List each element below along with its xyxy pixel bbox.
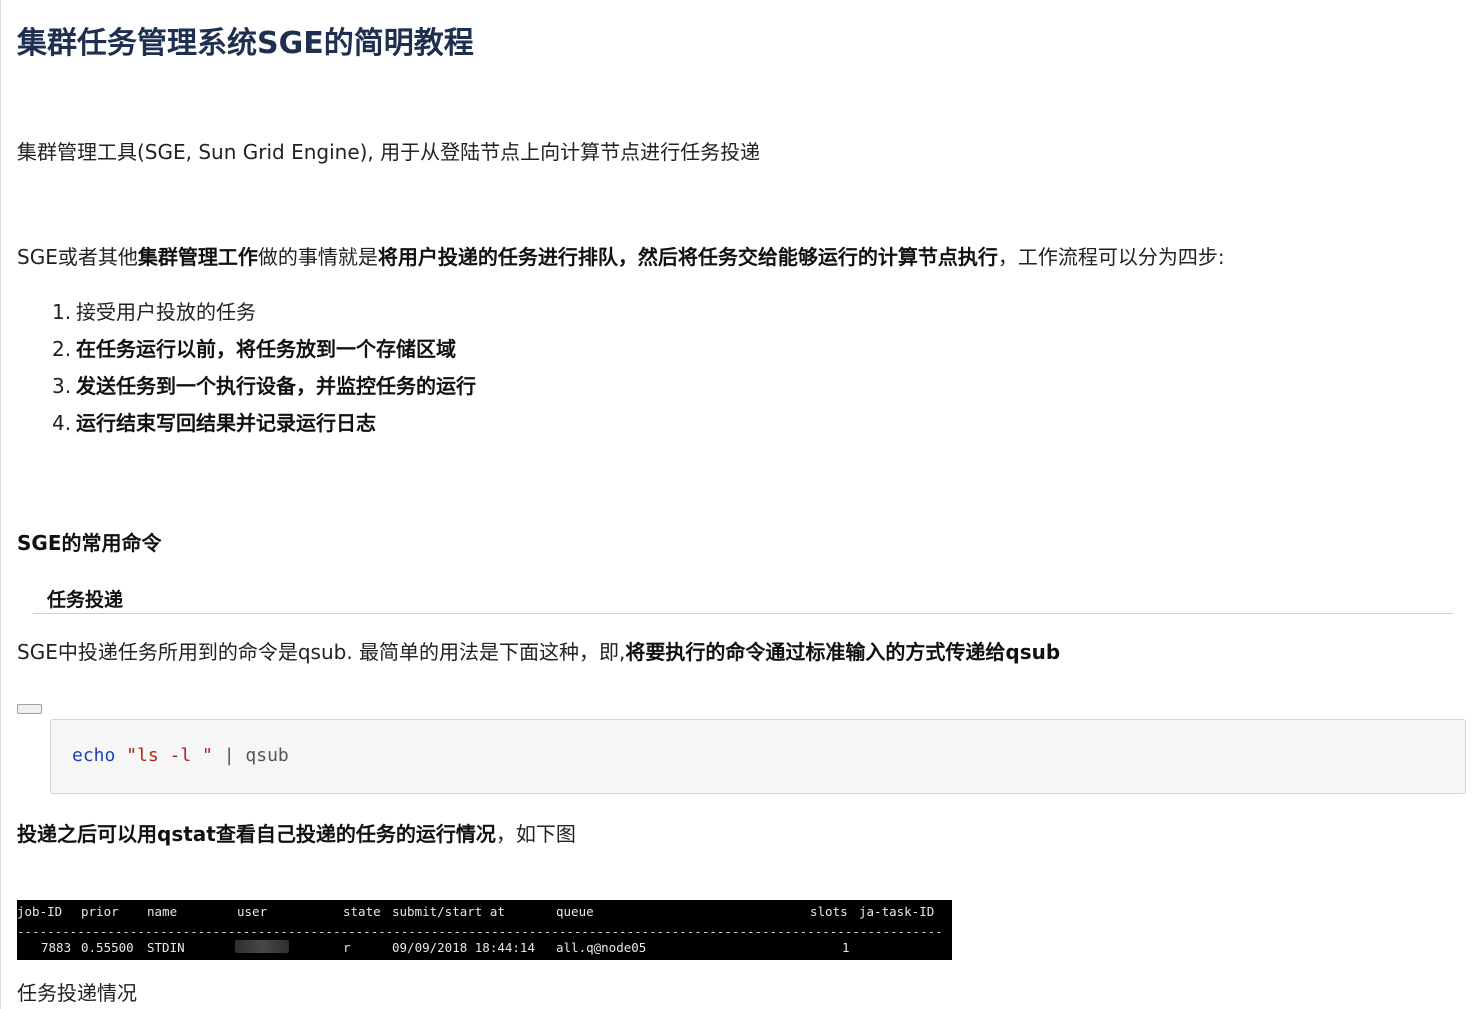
col-header-state: state — [343, 904, 381, 919]
qstat-paragraph: 投递之后可以用qstat查看自己投递的任务的运行情况，如下图 — [17, 818, 576, 847]
workflow-paragraph: SGE或者其他集群管理工作做的事情就是将用户投递的任务进行排队，然后将任务交给能… — [17, 241, 1225, 270]
cell-queue: all.q@node05 — [556, 940, 647, 955]
bold-span: 集群管理工作 — [137, 245, 258, 269]
code-keyword: echo — [72, 745, 116, 766]
col-header-ja-task-id: ja-task-ID — [859, 904, 935, 919]
section-heading: SGE的常用命令 — [17, 531, 162, 555]
col-header-slots: slots — [810, 904, 848, 919]
terminal-divider: ----------------------------------------… — [17, 924, 943, 939]
cell-prior: 0.55500 — [81, 940, 134, 955]
cell-submit: 09/09/2018 18:44:14 — [392, 940, 535, 955]
page-title: 集群任务管理系统SGE的简明教程 — [17, 26, 474, 61]
text-span: ，工作流程可以分为四步: — [997, 245, 1225, 269]
cell-job-id: 7883 — [41, 940, 72, 955]
list-item: 1. 接受用户投放的任务 — [52, 296, 476, 333]
heading-divider — [33, 613, 1453, 614]
redacted-user — [235, 940, 289, 953]
cell-slots: 1 — [842, 940, 850, 955]
list-text: 接受用户投放的任务 — [76, 300, 256, 324]
image-caption: 任务投递情况 — [17, 981, 137, 1005]
cell-state: r — [343, 940, 351, 955]
intro-paragraph: 集群管理工具(SGE, Sun Grid Engine), 用于从登陆节点上向计… — [17, 140, 761, 164]
code-string: "ls -l " — [115, 745, 213, 766]
page-border — [0, 0, 1, 1009]
col-header-prior: prior — [81, 904, 119, 919]
subsection-heading: 任务投递 — [47, 589, 124, 611]
list-number: 4. — [52, 411, 72, 435]
list-text: 在任务运行以前，将任务放到一个存储区域 — [76, 337, 456, 361]
list-item: 4. 运行结束写回结果并记录运行日志 — [52, 407, 476, 444]
bold-span: 将要执行的命令通过标准输入的方式传递给qsub — [625, 640, 1061, 664]
list-item: 2. 在任务运行以前，将任务放到一个存储区域 — [52, 333, 476, 370]
qstat-terminal-image: job-ID prior name user state submit/star… — [17, 900, 952, 960]
col-header-job-id: job-ID — [17, 904, 63, 919]
code-line: echo "ls -l " | qsub — [72, 745, 289, 766]
text-span: 做的事情就是 — [257, 245, 378, 269]
col-header-user: user — [237, 904, 268, 919]
col-header-queue: queue — [556, 904, 594, 919]
qsub-paragraph: SGE中投递任务所用到的命令是qsub. 最简单的用法是下面这种，即,将要执行的… — [17, 636, 1060, 665]
list-number: 2. — [52, 337, 72, 361]
text-span: SGE中投递任务所用到的命令是qsub. 最简单的用法是下面这种，即, — [17, 640, 626, 664]
col-header-name: name — [147, 904, 178, 919]
code-block: echo "ls -l " | qsub — [50, 719, 1466, 794]
list-item: 3. 发送任务到一个执行设备，并监控任务的运行 — [52, 370, 476, 407]
bold-span: 投递之后可以用qstat查看自己投递的任务的运行情况 — [17, 822, 496, 846]
code-plain: | qsub — [212, 745, 289, 766]
text-span: ，如下图 — [495, 822, 576, 846]
text-span: SGE或者其他 — [17, 245, 138, 269]
col-header-submit: submit/start at — [392, 904, 505, 919]
article-page: 集群任务管理系统SGE的简明教程 集群管理工具(SGE, Sun Grid En… — [0, 0, 1473, 1009]
list-text: 发送任务到一个执行设备，并监控任务的运行 — [76, 374, 476, 398]
copy-code-button[interactable] — [17, 704, 42, 714]
list-number: 1. — [52, 300, 72, 324]
list-text: 运行结束写回结果并记录运行日志 — [76, 411, 376, 435]
workflow-steps-list: 1. 接受用户投放的任务 2. 在任务运行以前，将任务放到一个存储区域 3. 发送任务… — [52, 296, 476, 444]
cell-name: STDIN — [147, 940, 185, 955]
list-number: 3. — [52, 374, 72, 398]
bold-span: 将用户投递的任务进行排队，然后将任务交给能够运行的计算节点执行 — [377, 245, 998, 269]
